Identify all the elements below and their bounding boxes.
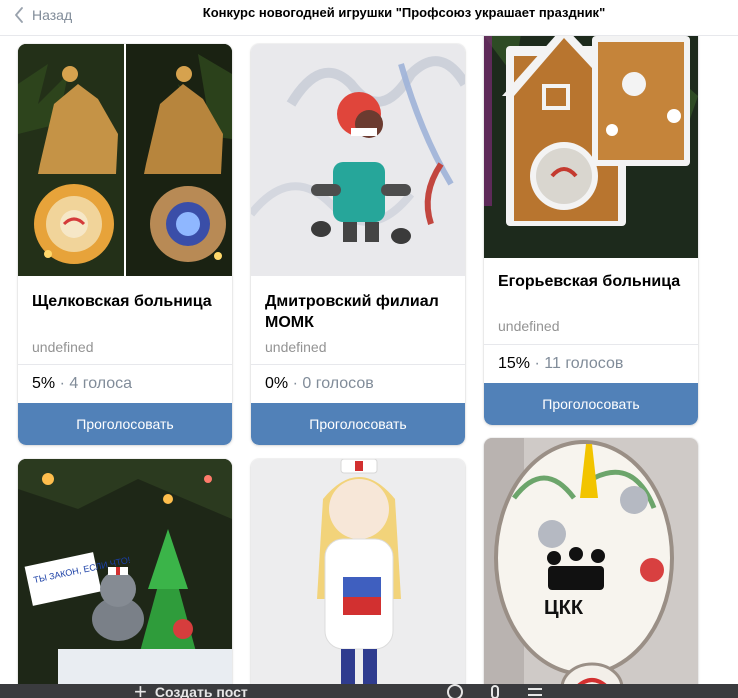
vote-separator: · [59, 375, 70, 392]
card-title: Егорьевская больница [498, 273, 681, 290]
contest-card: ТЫ ЗАКОН, ЕСЛИ ЧТО! [18, 459, 232, 698]
card-subtitle: undefined [32, 339, 94, 355]
vote-count: 4 голоса [69, 375, 133, 392]
back-label: Назад [32, 7, 73, 23]
vote-count: 11 голосов [544, 355, 624, 372]
chevron-left-icon [15, 7, 23, 23]
vote-stats: 0% · 0 голосов [265, 375, 374, 393]
card-title: Щелковская больница [32, 293, 212, 310]
card-body: Дмитровский филиал МОМК undefined 0% · 0… [251, 276, 465, 445]
card-subtitle: undefined [498, 318, 560, 334]
create-post-button[interactable]: + Создать пост [134, 684, 248, 698]
divider [18, 364, 232, 365]
card-photo[interactable] [251, 459, 465, 698]
vote-separator: · [534, 355, 545, 372]
divider [484, 344, 698, 345]
vote-percent: 0% [265, 375, 289, 392]
card-photo[interactable] [18, 44, 232, 276]
vote-percent: 5% [32, 375, 56, 392]
page-title: Конкурс новогодней игрушки "Профсоюз укр… [202, 5, 606, 20]
card-photo[interactable] [484, 16, 698, 258]
vote-button[interactable]: Проголосовать [18, 403, 232, 445]
app-root: Назад Конкурс новогодней игрушки "Профсо… [0, 0, 738, 698]
card-body: Щелковская больница undefined 5% · 4 гол… [18, 276, 232, 445]
contest-card: ЦКК [484, 438, 698, 698]
svg-text:ЦКК: ЦКК [544, 597, 584, 619]
card-body: Егорьевская больница undefined 15% · 11 … [484, 258, 698, 425]
vote-stats: 5% · 4 голоса [32, 375, 132, 393]
contest-card: Дмитровский филиал МОМК undefined 0% · 0… [251, 44, 465, 445]
ornament-text: ЦКК [544, 597, 584, 619]
divider [251, 364, 465, 365]
hand-icon[interactable] [488, 684, 502, 698]
contest-card [251, 459, 465, 698]
create-post-label: Создать пост [154, 684, 248, 698]
vote-stats: 15% · 11 голосов [498, 355, 623, 373]
list-icon[interactable] [526, 684, 544, 698]
comment-icon[interactable] [446, 684, 464, 698]
card-photo[interactable]: ЦКК [484, 438, 698, 698]
vote-separator: · [292, 375, 303, 392]
vote-count: 0 голосов [302, 375, 374, 392]
card-subtitle: undefined [265, 339, 327, 355]
back-button[interactable]: Назад [14, 4, 72, 26]
vote-percent: 15% [498, 355, 531, 372]
card-photo[interactable] [251, 44, 465, 276]
card-title: Дмитровский филиал МОМК [265, 293, 439, 331]
vote-button[interactable]: Проголосовать [251, 403, 465, 445]
contest-card: Щелковская больница undefined 5% · 4 гол… [18, 44, 232, 445]
contest-card: Егорьевская больница undefined 15% · 11 … [484, 16, 698, 425]
vote-button[interactable]: Проголосовать [484, 383, 698, 425]
card-photo[interactable]: ТЫ ЗАКОН, ЕСЛИ ЧТО! [18, 459, 232, 698]
top-bar: Назад Конкурс новогодней игрушки "Профсо… [0, 0, 738, 36]
bottom-toolbar: + Создать пост [0, 684, 738, 698]
plus-icon: + [134, 684, 147, 698]
